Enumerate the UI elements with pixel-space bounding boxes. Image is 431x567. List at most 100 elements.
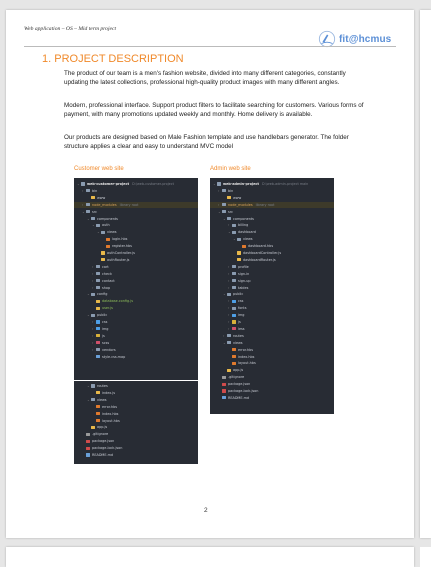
tree-item: ⌄ src (74, 209, 198, 215)
tree-item-label: src (228, 209, 233, 214)
folder-icon (227, 334, 231, 338)
file-icon (232, 348, 236, 352)
folder-icon (91, 292, 95, 296)
tree-item: package.json (74, 438, 198, 444)
tree-item: layout.hbs (74, 418, 198, 424)
folder-icon (227, 216, 231, 221)
tree-item-label: contact (102, 278, 115, 283)
section-heading: 1. PROJECT DESCRIPTION (42, 53, 184, 65)
tree-item: ⌄ views (74, 229, 198, 235)
folder-icon (222, 203, 226, 207)
tree-item-label: sign-in (238, 271, 250, 276)
tree-item-label: app.js (233, 368, 244, 373)
folder-icon (232, 327, 236, 331)
tree-item: layout.hbs (210, 360, 334, 366)
tree-item: › fonts (210, 305, 334, 311)
tree-item: error.hbs (210, 347, 334, 353)
tree-item: app.js (74, 424, 198, 430)
tree-item: package-lock.json (210, 388, 334, 394)
file-icon (96, 299, 100, 303)
tree-item-label: dashboardController.js (243, 251, 282, 255)
tree-item: ⌄ web-admin-project D:\web-admin-project m… (210, 181, 334, 187)
file-icon (96, 391, 100, 395)
tree-item-label: less (238, 326, 245, 331)
tree-item-label: auth (102, 223, 110, 228)
tree-item-label: .gitignore (228, 375, 245, 380)
folder-icon (96, 341, 100, 345)
page-number: 2 (204, 507, 208, 514)
tree-item-label: fonts (238, 306, 247, 311)
tree-item: › bin (210, 188, 334, 194)
folder-icon (232, 320, 236, 324)
tree-item: › shop (74, 285, 198, 291)
customer-tree-screenshot: ⌄ web-customer-project D:\web-customer-pro… (74, 178, 198, 380)
file-icon (106, 244, 110, 248)
tree-item: › routes (210, 333, 334, 339)
admin-tree-screenshot: ⌄ web-admin-project D:\web-admin-project m… (210, 178, 334, 414)
tree-item: › sign-up (210, 278, 334, 284)
tree-item-label: js (238, 320, 241, 324)
tree-item-label: login.hbs (112, 237, 128, 242)
tree-item-label: components (97, 216, 118, 221)
tree-item-hint: library root (255, 202, 275, 207)
tree-item-label: views (233, 340, 243, 345)
tree-item: README.md (210, 395, 334, 401)
folder-icon (232, 265, 236, 269)
tree-item-label: js (102, 333, 105, 338)
tree-item: › profile (210, 264, 334, 270)
file-icon (237, 251, 241, 255)
tree-item-label: billing (238, 223, 249, 228)
file-icon (96, 354, 100, 359)
tree-item: ⌄ components (74, 216, 198, 222)
file-icon (86, 432, 90, 436)
tree-item: www (74, 195, 198, 201)
tree-item: ⌄ web-customer-project D:\web-customer-pro… (74, 181, 198, 187)
tree-item-label: web-admin-project (223, 182, 260, 186)
tree-item: .gitignore (210, 374, 334, 380)
tree-item: › billing (210, 222, 334, 228)
folder-icon (222, 210, 226, 214)
tree-item: › scss (74, 340, 198, 346)
logo-text: fit@hcmus (339, 33, 392, 45)
tree-item-label: bin (228, 188, 234, 193)
tree-item-label: sign-up (238, 278, 251, 283)
tree-item-label: check (102, 271, 112, 276)
tree-item: ⌄ config (74, 291, 198, 297)
file-icon (96, 405, 100, 409)
folder-icon (232, 272, 236, 276)
tree-item: ⌄ views (210, 340, 334, 346)
folder-icon (96, 327, 100, 331)
folder-icon (96, 285, 100, 290)
tree-item-label: routes (97, 384, 108, 388)
file-icon (242, 244, 246, 248)
tree-item: › img (74, 326, 198, 332)
tree-item: › check (74, 271, 198, 277)
tree-item-label: index.hbs (102, 411, 119, 416)
tree-item-label: web-customer-project (87, 182, 130, 186)
tree-item: ⌄ public (74, 312, 198, 318)
tree-item: › js (74, 333, 198, 339)
tree-item-label: img (238, 313, 245, 318)
tree-item-label: www (233, 195, 242, 200)
tree-item-hint: D:\web-admin-project main (262, 182, 309, 186)
folder-icon (91, 313, 95, 317)
caption-admin: Admin web site (210, 166, 251, 172)
tree-item-label: node_modules (228, 202, 253, 207)
header-rule (24, 46, 396, 47)
tree-item: › img (210, 312, 334, 318)
tree-item-label: package-lock.json (228, 389, 259, 393)
file-icon (232, 361, 236, 365)
folder-icon (91, 384, 95, 388)
paragraph-3: Our products are designed based on Male … (64, 134, 349, 150)
following-page (6, 547, 414, 567)
tree-item: dashboard.hbs (210, 243, 334, 249)
tree-item-label: register.hbs (112, 244, 132, 249)
tree-item: ⌄ src (210, 209, 334, 215)
tree-item: › contact (74, 278, 198, 284)
tree-item: index.hbs (74, 411, 198, 417)
file-icon (222, 389, 226, 393)
tree-item-label: views (243, 237, 253, 242)
tree-item-label: authController.js (107, 251, 135, 255)
tree-item: database.config.js (74, 298, 198, 304)
folder-icon (86, 210, 90, 214)
